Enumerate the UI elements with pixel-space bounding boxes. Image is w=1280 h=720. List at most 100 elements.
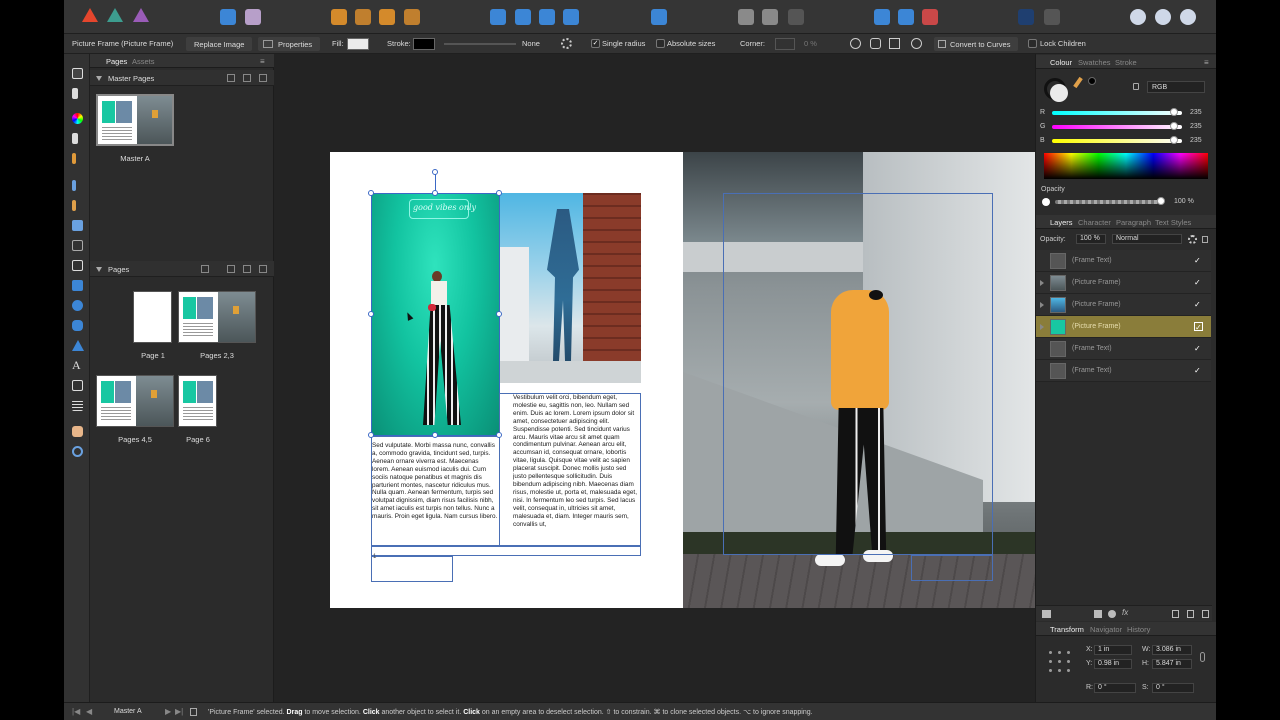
tab-stroke[interactable]: Stroke xyxy=(1115,58,1137,67)
master-right-page[interactable] xyxy=(683,152,1035,608)
page-view-icon[interactable] xyxy=(190,708,197,716)
place-image-tool-icon[interactable] xyxy=(72,240,83,251)
delete-master-icon[interactable] xyxy=(259,74,267,82)
layer-row[interactable]: (Picture Frame) ✓ xyxy=(1036,294,1211,316)
delete-page-icon[interactable] xyxy=(259,265,267,273)
anchor-grid-icon[interactable] xyxy=(1046,648,1072,676)
green-value[interactable]: 235 xyxy=(1190,123,1202,130)
prev-page-icon[interactable]: ◀ xyxy=(86,707,92,716)
node-tool-icon[interactable] xyxy=(72,88,78,99)
rotate-icon[interactable] xyxy=(911,38,922,49)
handle-middle-left[interactable] xyxy=(368,311,374,317)
move-to-front-icon[interactable] xyxy=(404,9,420,25)
layer-opacity-field[interactable]: 100 % xyxy=(1076,234,1106,244)
blue-value[interactable]: 235 xyxy=(1190,137,1202,144)
panel-menu-icon[interactable]: ≡ xyxy=(260,57,265,66)
opacity-knob[interactable] xyxy=(1157,197,1165,205)
corner-type-dropdown[interactable] xyxy=(775,38,795,50)
insert-table-icon[interactable] xyxy=(788,9,804,25)
caption-box[interactable] xyxy=(371,546,641,556)
boolean-intersect-icon[interactable] xyxy=(1180,9,1196,25)
opacity-value[interactable]: 100 % xyxy=(1174,198,1194,205)
export-persona-icon[interactable] xyxy=(133,8,149,22)
layer-settings-icon[interactable] xyxy=(1188,235,1197,244)
transparency-tool-icon[interactable] xyxy=(72,153,76,164)
align-center-icon[interactable] xyxy=(889,38,900,49)
handle-middle-right[interactable] xyxy=(496,311,502,317)
master-left-page[interactable]: good vibes only Sed vulputate. Morbi mas… xyxy=(330,152,683,608)
lock-children-checkbox[interactable] xyxy=(1028,39,1037,48)
spectrum-picker[interactable] xyxy=(1044,153,1208,179)
tab-swatches[interactable]: Swatches xyxy=(1078,58,1111,67)
blue-knob[interactable] xyxy=(1170,136,1178,144)
layer-row[interactable]: (Frame Text) ✓ xyxy=(1036,250,1211,272)
add-layer-icon[interactable] xyxy=(1187,610,1194,618)
link-icon[interactable] xyxy=(870,38,881,49)
handle-bottom-right[interactable] xyxy=(496,432,502,438)
layer-row[interactable]: (Frame Text) ✓ xyxy=(1036,338,1211,360)
w-field[interactable]: 3.086 in xyxy=(1152,645,1192,655)
fill-tool-icon[interactable] xyxy=(72,133,78,144)
duplicate-page-icon[interactable] xyxy=(243,265,251,273)
transform-origin-icon[interactable] xyxy=(850,38,861,49)
move-tool-icon[interactable] xyxy=(72,68,83,79)
lock-icon[interactable] xyxy=(1133,83,1139,90)
table-tool-icon[interactable] xyxy=(72,400,83,411)
designer-persona-icon[interactable] xyxy=(82,8,98,22)
expand-icon[interactable] xyxy=(1040,280,1044,286)
move-to-back-icon[interactable] xyxy=(355,9,371,25)
layer-row-selected[interactable]: (Picture Frame) ✓ xyxy=(1036,316,1211,338)
triangle-tool-icon[interactable] xyxy=(72,340,84,351)
convert-to-curves-button[interactable]: Convert to Curves xyxy=(934,37,1019,51)
black-swatch-icon[interactable] xyxy=(1088,77,1096,85)
x-field[interactable]: 1 in xyxy=(1094,645,1132,655)
insert-picture-frame-icon[interactable] xyxy=(762,9,778,25)
collapse-pages-icon[interactable] xyxy=(96,267,102,272)
stroke-swatch[interactable] xyxy=(413,38,435,50)
properties-button[interactable]: Properties xyxy=(258,37,321,51)
h-field[interactable]: 5.847 in xyxy=(1152,659,1192,669)
master-pages-header[interactable]: Master Pages xyxy=(90,70,274,86)
colour-model-dropdown[interactable]: RGB xyxy=(1147,81,1205,93)
red-value[interactable]: 235 xyxy=(1190,109,1202,116)
expand-icon[interactable] xyxy=(1040,302,1044,308)
add-page-icon[interactable] xyxy=(227,265,235,273)
pencil-tool-icon[interactable] xyxy=(72,200,76,211)
tab-paragraph[interactable]: Paragraph xyxy=(1116,218,1151,227)
guides-icon[interactable] xyxy=(1044,9,1060,25)
rounded-rectangle-tool-icon[interactable] xyxy=(72,320,83,331)
zoom-tool-icon[interactable] xyxy=(72,446,83,457)
link-dimensions-icon[interactable] xyxy=(1200,652,1205,662)
handle-top-left[interactable] xyxy=(368,190,374,196)
document-setup-icon[interactable] xyxy=(220,9,236,25)
green-track[interactable] xyxy=(1052,125,1182,129)
snapping-icon[interactable] xyxy=(1018,9,1034,25)
page-6-thumbnail[interactable] xyxy=(178,375,217,427)
single-radius-checkbox[interactable]: ✓ xyxy=(591,39,600,48)
handle-bottom-left[interactable] xyxy=(368,432,374,438)
rotate-right-icon[interactable] xyxy=(563,9,579,25)
layer-row[interactable]: (Picture Frame) ✓ xyxy=(1036,272,1211,294)
preferences-icon[interactable] xyxy=(245,9,261,25)
move-back-one-icon[interactable] xyxy=(331,9,347,25)
visibility-checkbox[interactable]: ✓ xyxy=(1194,322,1203,332)
tab-layers[interactable]: Layers xyxy=(1050,218,1073,227)
eyedropper-icon[interactable] xyxy=(1073,76,1083,89)
picture-frame-tool-icon[interactable] xyxy=(72,220,83,231)
fx-icon[interactable]: fx xyxy=(1122,608,1128,617)
document-canvas[interactable]: good vibes only Sed vulputate. Morbi mas… xyxy=(274,54,1035,702)
move-forward-one-icon[interactable] xyxy=(379,9,395,25)
rectangle-tool-icon[interactable] xyxy=(72,280,83,291)
visibility-checkbox[interactable]: ✓ xyxy=(1194,344,1203,353)
green-knob[interactable] xyxy=(1170,122,1178,130)
ellipse-tool-icon[interactable] xyxy=(72,300,83,311)
delete-layer-icon[interactable] xyxy=(1202,610,1209,618)
y-field[interactable]: 0.98 in xyxy=(1094,659,1132,669)
align-icon[interactable] xyxy=(651,9,667,25)
expand-icon[interactable] xyxy=(1040,324,1044,330)
master-options-icon[interactable] xyxy=(227,74,235,82)
fill-swatch[interactable] xyxy=(347,38,369,50)
baseline-grid-icon[interactable] xyxy=(898,9,914,25)
visibility-checkbox[interactable]: ✓ xyxy=(1194,278,1203,287)
picture-frame-street[interactable] xyxy=(499,193,641,383)
